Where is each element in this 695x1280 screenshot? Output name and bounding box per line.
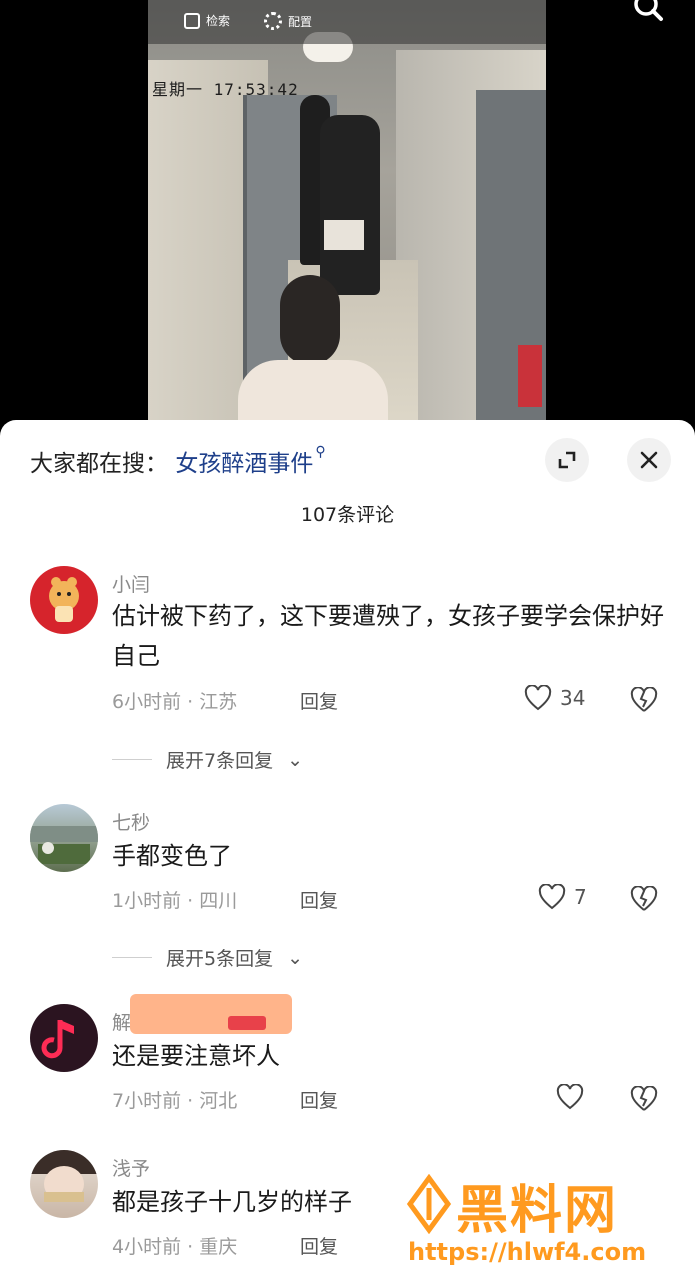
video-player[interactable]: 检索 配置 星期一 17:53:42 — [0, 0, 695, 430]
search-small-icon: ⚲ — [315, 444, 326, 460]
reply-button[interactable]: 回复 — [300, 687, 338, 714]
hot-search-prefix: 大家都在搜： — [30, 451, 168, 477]
like-count: 34 — [560, 686, 586, 710]
comment-meta: 1小时前 · 四川 — [112, 890, 238, 912]
expand-icon — [558, 451, 576, 469]
portrait-avatar-icon — [30, 1150, 98, 1202]
watermark-url: https://hlwf4.com — [408, 1238, 647, 1266]
expand-sheet-button[interactable] — [545, 438, 589, 482]
divider — [112, 957, 152, 958]
chevron-down-icon: ⌄ — [287, 946, 304, 969]
hamster-avatar-icon — [49, 577, 79, 622]
search-doc-icon — [184, 12, 200, 29]
surveillance-video-frame: 检索 配置 星期一 17:53:42 — [148, 0, 546, 425]
watermark-logo — [406, 1174, 452, 1234]
chevron-down-icon: ⌄ — [287, 748, 304, 771]
gear-icon — [264, 12, 282, 30]
dislike-button[interactable] — [630, 686, 658, 717]
comment-count: 107条评论 — [300, 504, 395, 526]
video-settings-label: 配置 — [288, 14, 313, 29]
avatar[interactable] — [30, 804, 98, 872]
avatar[interactable] — [30, 566, 98, 634]
heart-icon — [524, 685, 552, 711]
close-icon — [640, 451, 658, 469]
hot-search-term-link[interactable]: 女孩醉酒事件 — [175, 451, 313, 477]
expand-replies-label: 展开5条回复 — [166, 948, 274, 970]
video-settings-item: 配置 — [264, 12, 312, 30]
video-search-item: 检索 — [184, 12, 230, 29]
comment-text: 还是要注意坏人 — [112, 1042, 280, 1070]
comment-username[interactable]: 浅予 — [112, 1154, 150, 1181]
heart-icon — [556, 1084, 584, 1110]
reply-button[interactable]: 回复 — [300, 1086, 338, 1113]
like-button[interactable]: 34 — [524, 685, 585, 711]
watermark: 黑料网 https://hlwf4.com — [394, 1168, 694, 1280]
redaction-mark — [228, 1016, 266, 1030]
video-timestamp: 星期一 17:53:42 — [152, 80, 299, 99]
avatar[interactable] — [30, 1004, 98, 1072]
close-button[interactable] — [627, 438, 671, 482]
comment-username[interactable]: 七秒 — [112, 808, 150, 835]
comment-meta: 7小时前 · 河北 — [112, 1090, 238, 1112]
comment-username[interactable]: 解 — [112, 1008, 131, 1035]
video-overlay-toolbar: 检索 配置 — [148, 0, 546, 44]
comment-meta: 4小时前 · 重庆 — [112, 1236, 238, 1258]
comment-meta: 6小时前 · 江苏 — [112, 691, 238, 713]
search-button[interactable] — [628, 0, 672, 22]
reply-button[interactable]: 回复 — [300, 1232, 338, 1259]
expand-replies-button[interactable]: 展开7条回复 ⌄ — [112, 746, 303, 773]
heart-icon — [538, 884, 566, 910]
broken-heart-icon — [630, 686, 658, 712]
comment-sheet: 大家都在搜： 女孩醉酒事件 ⚲ 107条评论 小闫 估计被下药了，这下要遭殃了，… — [0, 420, 695, 1280]
dislike-button[interactable] — [630, 1085, 658, 1116]
divider — [112, 759, 152, 760]
comment-text: 手都变色了 — [112, 842, 232, 870]
comment-text: 估计被下药了，这下要遭殃了，女孩子要学会保护好自己 — [112, 602, 664, 670]
like-count: 7 — [574, 885, 587, 909]
broken-heart-icon — [630, 885, 658, 911]
redaction-mark — [130, 994, 292, 1034]
expand-replies-button[interactable]: 展开5条回复 ⌄ — [112, 944, 303, 971]
watermark-brand: 黑料网 — [456, 1181, 619, 1241]
hot-search-bar[interactable]: 大家都在搜： 女孩醉酒事件 ⚲ — [30, 444, 326, 478]
search-icon — [634, 0, 663, 21]
like-button[interactable] — [556, 1084, 592, 1110]
reply-button[interactable]: 回复 — [300, 886, 338, 913]
broken-heart-icon — [630, 1085, 658, 1111]
music-note-icon — [41, 1020, 74, 1059]
like-button[interactable]: 7 — [538, 884, 587, 910]
dislike-button[interactable] — [630, 885, 658, 916]
expand-replies-label: 展开7条回复 — [166, 750, 274, 772]
comment-username[interactable]: 小闫 — [112, 570, 150, 597]
video-search-label: 检索 — [206, 14, 231, 28]
avatar[interactable] — [30, 1150, 98, 1218]
scenery-avatar-icon — [30, 826, 98, 864]
